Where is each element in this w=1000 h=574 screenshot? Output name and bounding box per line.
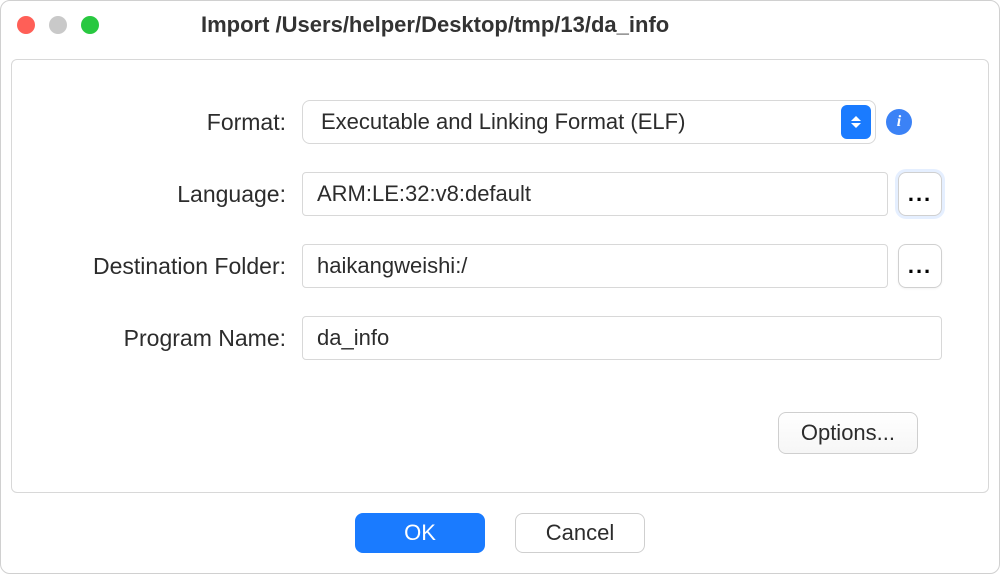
language-row: Language: ...: [42, 172, 958, 216]
format-select-wrap: Executable and Linking Format (ELF): [302, 100, 876, 144]
info-icon[interactable]: i: [886, 109, 912, 135]
options-button[interactable]: Options...: [778, 412, 918, 454]
program-name-input[interactable]: [302, 316, 942, 360]
language-input[interactable]: [302, 172, 888, 216]
ok-button[interactable]: OK: [355, 513, 485, 553]
content-frame: Format: Executable and Linking Format (E…: [11, 59, 989, 493]
window-title: Import /Users/helper/Desktop/tmp/13/da_i…: [201, 12, 669, 38]
maximize-window-button[interactable]: [81, 16, 99, 34]
options-row: Options...: [42, 412, 958, 454]
program-name-row: Program Name:: [42, 316, 958, 360]
language-control-area: ...: [302, 172, 958, 216]
language-label: Language:: [42, 181, 302, 208]
format-row: Format: Executable and Linking Format (E…: [42, 100, 958, 144]
program-name-control-area: [302, 316, 958, 360]
close-window-button[interactable]: [17, 16, 35, 34]
destination-browse-button[interactable]: ...: [898, 244, 942, 288]
destination-input[interactable]: [302, 244, 888, 288]
minimize-window-button[interactable]: [49, 16, 67, 34]
titlebar: Import /Users/helper/Desktop/tmp/13/da_i…: [1, 1, 999, 49]
window-controls: [17, 16, 99, 34]
destination-control-area: ...: [302, 244, 958, 288]
dialog-window: Import /Users/helper/Desktop/tmp/13/da_i…: [0, 0, 1000, 574]
destination-label: Destination Folder:: [42, 253, 302, 280]
cancel-button[interactable]: Cancel: [515, 513, 645, 553]
destination-row: Destination Folder: ...: [42, 244, 958, 288]
program-name-label: Program Name:: [42, 325, 302, 352]
language-browse-button[interactable]: ...: [898, 172, 942, 216]
footer: OK Cancel: [1, 493, 999, 573]
format-label: Format:: [42, 109, 302, 136]
format-control-area: Executable and Linking Format (ELF) i: [302, 100, 958, 144]
format-select[interactable]: Executable and Linking Format (ELF): [302, 100, 876, 144]
